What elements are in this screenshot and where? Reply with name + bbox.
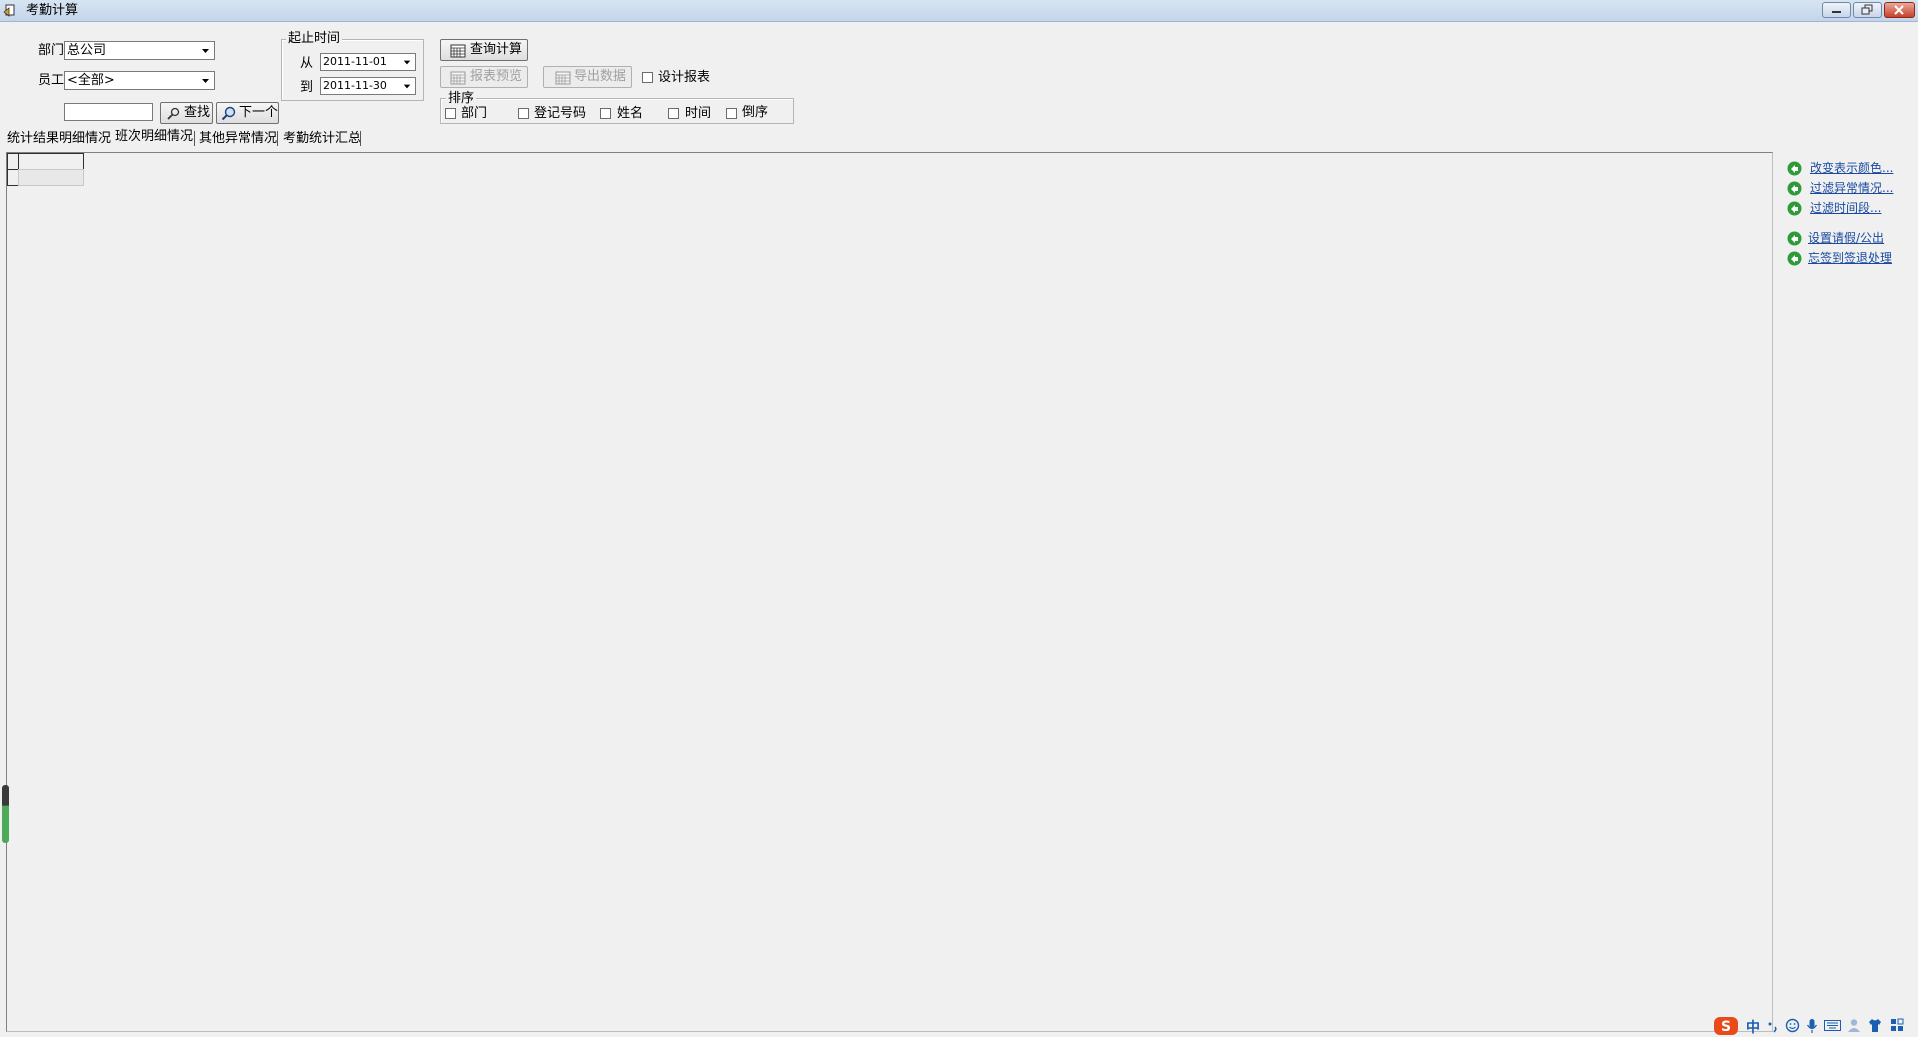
filter-exceptions-link[interactable]: 过滤异常情况... xyxy=(1810,181,1893,196)
tab-separator xyxy=(194,131,195,146)
design-report-label: 设计报表 xyxy=(658,70,711,85)
arrow-right-icon xyxy=(1787,251,1802,266)
emoji-icon[interactable] xyxy=(1785,1018,1800,1033)
sort-department-checkbox[interactable] xyxy=(445,108,456,119)
export-icon xyxy=(555,71,571,85)
arrow-right-icon xyxy=(1787,201,1802,216)
tab-stat-details[interactable]: 统计结果明细情况 xyxy=(7,130,111,147)
employee-value: <全部> xyxy=(67,73,115,88)
employee-select[interactable]: <全部> xyxy=(64,71,215,90)
tab-separator xyxy=(360,131,361,146)
from-date-picker[interactable]: 2011-11-01 xyxy=(320,53,416,71)
sort-department-label: 部门 xyxy=(461,106,488,121)
find-icon xyxy=(167,107,180,120)
find-button[interactable]: 查找 xyxy=(160,102,213,124)
svg-text:S: S xyxy=(1721,1019,1731,1035)
employee-label: 员工 xyxy=(38,73,65,88)
ime-mode-chinese[interactable]: 中 xyxy=(1746,1017,1760,1037)
from-label: 从 xyxy=(300,56,314,71)
arrow-right-icon xyxy=(1787,181,1802,196)
grid-header-cells xyxy=(7,153,84,186)
change-color-link[interactable]: 改变表示颜色... xyxy=(1810,161,1893,176)
app-icon xyxy=(3,4,15,17)
minimize-icon xyxy=(1832,11,1841,13)
punctuation-icon[interactable] xyxy=(1766,1019,1780,1033)
date-range-legend: 起止时间 xyxy=(286,31,343,46)
report-icon xyxy=(450,71,466,85)
calculator-icon xyxy=(450,44,466,58)
sort-descending-label: 倒序 xyxy=(742,105,769,120)
sort-register-no-label: 登记号码 xyxy=(534,106,587,121)
sort-register-no-checkbox[interactable] xyxy=(518,108,529,119)
shirt-icon[interactable] xyxy=(1867,1018,1883,1033)
from-date-value: 2011-11-01 xyxy=(323,55,387,68)
sort-time-label: 时间 xyxy=(685,106,712,121)
sort-name-label: 姓名 xyxy=(617,106,644,121)
keyboard-icon[interactable] xyxy=(1824,1020,1841,1031)
tab-other-exceptions[interactable]: 其他异常情况 xyxy=(199,130,277,147)
sort-name-checkbox[interactable] xyxy=(600,108,611,119)
title-bar: 考勤计算 xyxy=(0,0,1918,22)
filter-time-period-link[interactable]: 过滤时间段... xyxy=(1810,201,1881,216)
to-label: 到 xyxy=(300,80,314,95)
chevron-down-icon[interactable] xyxy=(198,43,213,58)
tab-separator xyxy=(277,131,278,146)
arrow-right-icon xyxy=(1787,161,1802,176)
chevron-down-icon[interactable] xyxy=(198,73,213,88)
tab-attendance-summary[interactable]: 考勤统计汇总 xyxy=(283,130,361,147)
user-icon[interactable] xyxy=(1847,1018,1861,1033)
sort-time-checkbox[interactable] xyxy=(668,108,679,119)
side-panel xyxy=(1775,152,1918,1032)
arrow-right-icon xyxy=(1787,231,1802,246)
restore-button[interactable] xyxy=(1853,2,1882,18)
sort-legend: 排序 xyxy=(446,91,477,106)
missed-punch-link[interactable]: 忘签到签退处理 xyxy=(1808,251,1892,266)
chevron-down-icon[interactable] xyxy=(400,55,414,69)
magnifier-icon xyxy=(221,106,236,121)
data-grid[interactable] xyxy=(6,152,1773,1032)
department-value: 总公司 xyxy=(67,43,107,58)
ime-toolbar: S 中 xyxy=(1710,1015,1918,1037)
restore-icon xyxy=(1861,4,1873,15)
design-report-checkbox[interactable] xyxy=(642,72,653,83)
to-date-value: 2011-11-30 xyxy=(323,79,387,92)
grid-icon[interactable] xyxy=(1890,1018,1905,1033)
chevron-down-icon[interactable] xyxy=(400,79,414,93)
query-calc-button[interactable]: 查询计算 xyxy=(440,39,528,61)
splitter-handle[interactable] xyxy=(2,785,9,843)
close-button[interactable] xyxy=(1884,2,1915,18)
report-preview-button[interactable]: 报表预览 xyxy=(440,66,528,88)
export-data-button[interactable]: 导出数据 xyxy=(543,66,632,88)
to-date-picker[interactable]: 2011-11-30 xyxy=(320,77,416,95)
department-label: 部门 xyxy=(38,43,65,58)
department-select[interactable]: 总公司 xyxy=(64,41,215,60)
sort-descending-checkbox[interactable] xyxy=(726,108,737,119)
close-icon xyxy=(1894,5,1904,15)
tab-shift-details[interactable]: 班次明细情况 xyxy=(115,128,193,145)
sogou-s-icon[interactable]: S xyxy=(1713,1016,1739,1035)
set-leave-link[interactable]: 设置请假/公出 xyxy=(1808,231,1884,246)
next-button[interactable]: 下一个 xyxy=(216,102,279,124)
mic-icon[interactable] xyxy=(1806,1018,1818,1034)
search-input[interactable] xyxy=(64,103,153,121)
window-title: 考勤计算 xyxy=(26,3,79,18)
minimize-button[interactable] xyxy=(1822,2,1851,18)
